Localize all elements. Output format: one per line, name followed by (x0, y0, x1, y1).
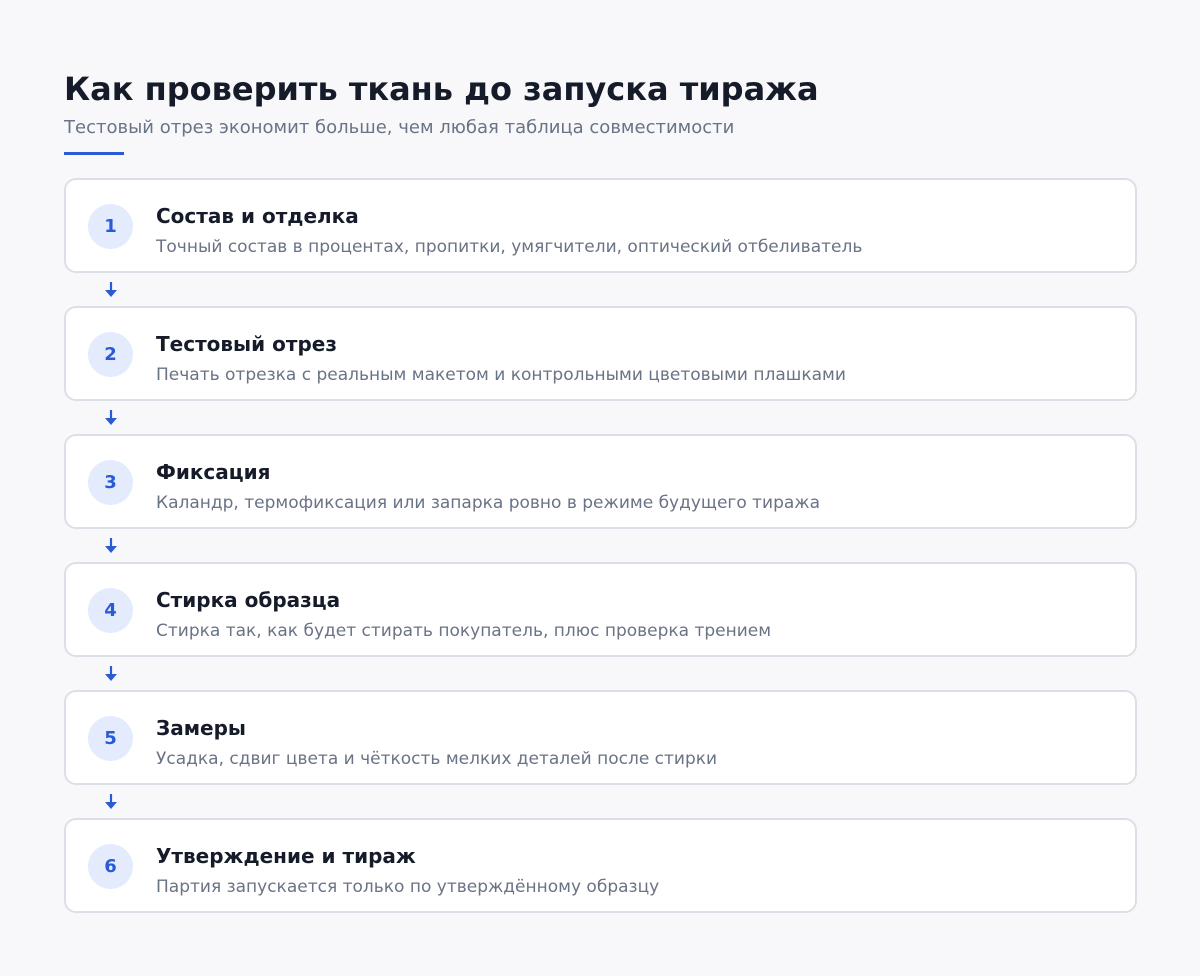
step-number-badge: 6 (88, 844, 133, 889)
step-description: Стирка так, как будет стирать покупатель… (156, 621, 772, 641)
arrow-down-icon (105, 666, 117, 681)
step-title: Фиксация (156, 460, 271, 484)
step-card-2: 2 Тестовый отрез Печать отрезка с реальн… (64, 306, 1137, 401)
arrow-down-icon (105, 282, 117, 297)
step-title: Утверждение и тираж (156, 844, 416, 868)
step-card-3: 3 Фиксация Каландр, термофиксация или за… (64, 434, 1137, 529)
step-number-badge: 5 (88, 716, 133, 761)
step-description: Каландр, термофиксация или запарка ровно… (156, 493, 821, 513)
step-connector (64, 529, 1137, 562)
step-number-badge: 3 (88, 460, 133, 505)
page: Как проверить ткань до запуска тиража Те… (0, 0, 1200, 976)
page-subtitle: Тестовый отрез экономит больше, чем люба… (64, 117, 735, 138)
title-accent-divider (64, 152, 124, 155)
step-description: Печать отрезка с реальным макетом и конт… (156, 365, 846, 385)
step-connector (64, 785, 1137, 818)
step-number-badge: 4 (88, 588, 133, 633)
step-description: Усадка, сдвиг цвета и чёткость мелких де… (156, 749, 718, 769)
step-card-6: 6 Утверждение и тираж Партия запускается… (64, 818, 1137, 913)
step-title: Состав и отделка (156, 204, 359, 228)
step-card-4: 4 Стирка образца Стирка так, как будет с… (64, 562, 1137, 657)
arrow-down-icon (105, 794, 117, 809)
step-connector (64, 273, 1137, 306)
step-description: Точный состав в процентах, пропитки, умя… (156, 237, 863, 257)
step-title: Тестовый отрез (156, 332, 337, 356)
page-title: Как проверить ткань до запуска тиража (64, 70, 819, 108)
arrow-down-icon (105, 538, 117, 553)
step-number-badge: 1 (88, 204, 133, 249)
arrow-down-icon (105, 410, 117, 425)
step-card-5: 5 Замеры Усадка, сдвиг цвета и чёткость … (64, 690, 1137, 785)
step-description: Партия запускается только по утверждённо… (156, 877, 660, 897)
step-title: Стирка образца (156, 588, 341, 612)
process-steps: 1 Состав и отделка Точный состав в проце… (64, 178, 1137, 913)
step-connector (64, 657, 1137, 690)
step-card-1: 1 Состав и отделка Точный состав в проце… (64, 178, 1137, 273)
step-title: Замеры (156, 716, 247, 740)
step-number-badge: 2 (88, 332, 133, 377)
step-connector (64, 401, 1137, 434)
